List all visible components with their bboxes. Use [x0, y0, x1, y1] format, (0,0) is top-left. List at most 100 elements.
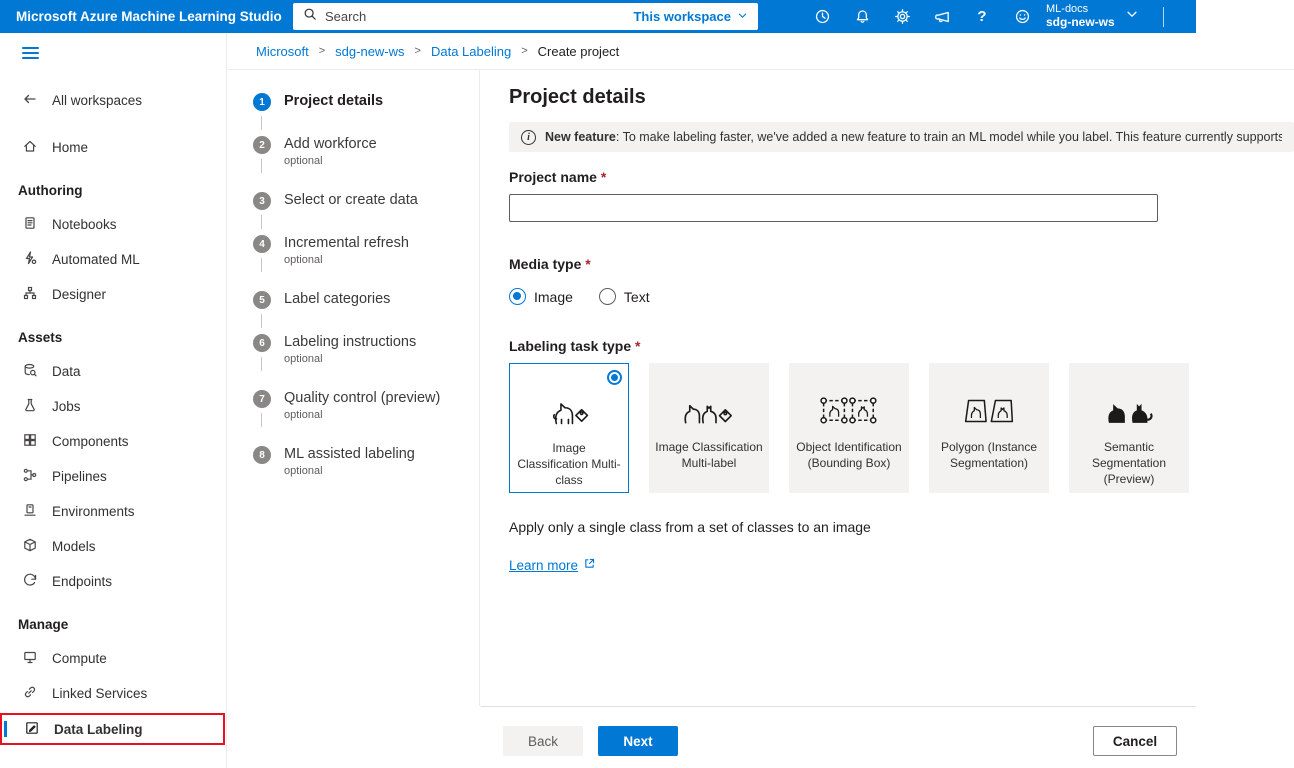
project-name-input[interactable]	[509, 194, 1158, 222]
wizard-step-incremental-refresh[interactable]: 4 Incremental refresh optional	[253, 234, 479, 290]
history-clock-icon[interactable]	[802, 0, 842, 33]
search-input[interactable]: Search	[325, 9, 625, 24]
wizard-step-quality-control[interactable]: 7 Quality control (preview) optional	[253, 389, 479, 445]
home-icon	[22, 138, 38, 157]
app-title: Microsoft Azure Machine Learning Studio	[0, 9, 282, 24]
new-feature-info-banner: i New feature: To make labeling faster, …	[509, 122, 1294, 152]
breadcrumb-separator: >	[319, 45, 325, 57]
back-button[interactable]: Back	[503, 726, 583, 756]
automated-ml-icon	[22, 250, 38, 269]
wizard-step-ml-assisted-labeling[interactable]: 8 ML assisted labeling optional	[253, 445, 479, 501]
sidebar-item-data-labeling[interactable]: Data Labeling	[0, 713, 225, 745]
sidebar-item-home[interactable]: Home	[0, 130, 226, 165]
card-image-classification-multilabel[interactable]: Image Classification Multi-label	[649, 363, 769, 493]
external-link-icon	[583, 557, 596, 573]
media-type-radio-group: Image Text	[509, 288, 1294, 305]
sidebar-item-automated-ml[interactable]: Automated ML	[0, 242, 226, 277]
components-icon	[22, 432, 38, 451]
sidebar-item-compute[interactable]: Compute	[0, 641, 226, 676]
notebook-icon	[22, 215, 38, 234]
pipelines-icon	[22, 467, 38, 486]
sidebar-item-designer[interactable]: Designer	[0, 277, 226, 312]
sidebar-section-assets: Assets	[0, 320, 226, 354]
cube-icon	[22, 537, 38, 556]
search-scope-dropdown[interactable]: This workspace	[633, 9, 748, 24]
wizard-step-labeling-instructions[interactable]: 6 Labeling instructions optional	[253, 333, 479, 389]
search-box[interactable]: Search This workspace	[293, 3, 758, 30]
media-type-image-radio[interactable]: Image	[509, 288, 573, 305]
monitor-icon	[22, 649, 38, 668]
breadcrumb-separator: >	[521, 45, 527, 57]
sidebar-item-jobs[interactable]: Jobs	[0, 389, 226, 424]
topbar-divider	[1163, 7, 1164, 27]
sidebar-item-notebooks[interactable]: Notebooks	[0, 207, 226, 242]
card-object-identification-bounding-box[interactable]: Object Identification (Bounding Box)	[789, 363, 909, 493]
smiley-feedback-icon[interactable]	[1002, 0, 1042, 33]
help-icon[interactable]: ?	[962, 0, 1002, 33]
breadcrumb-separator: >	[415, 45, 421, 57]
breadcrumb: Microsoft > sdg-new-ws > Data Labeling >…	[228, 33, 1294, 70]
all-workspaces-back-link[interactable]: All workspaces	[0, 83, 226, 118]
designer-icon	[22, 285, 38, 304]
settings-gear-icon[interactable]	[882, 0, 922, 33]
wizard-steps-panel: 1 Project details 2 Add workforce option…	[228, 70, 480, 706]
card-label: Object Identification (Bounding Box)	[789, 437, 909, 471]
cancel-button[interactable]: Cancel	[1093, 726, 1177, 756]
link-icon	[22, 684, 38, 703]
sidebar-item-data[interactable]: Data	[0, 354, 226, 389]
breadcrumb-link-workspace[interactable]: sdg-new-ws	[335, 44, 404, 59]
chevron-down-icon	[737, 9, 748, 24]
sidebar-item-endpoints[interactable]: Endpoints	[0, 564, 226, 599]
media-type-text-radio[interactable]: Text	[599, 288, 650, 305]
wizard-step-select-data[interactable]: 3 Select or create data	[253, 191, 479, 234]
environments-icon	[22, 502, 38, 521]
left-nav-sidebar: All workspaces Home Authoring Notebooks …	[0, 33, 227, 768]
radio-unselected-icon	[599, 288, 616, 305]
banner-bold-text: New feature	[545, 130, 616, 144]
chevron-down-icon	[1125, 7, 1139, 26]
two-animals-with-tag-icon	[681, 385, 737, 437]
info-icon: i	[521, 130, 536, 145]
project-name-label: Project name *	[509, 169, 1294, 185]
top-app-bar: Microsoft Azure Machine Learning Studio …	[0, 0, 1196, 33]
endpoints-icon	[22, 572, 38, 591]
page-title: Project details	[509, 86, 1294, 109]
sidebar-item-environments[interactable]: Environments	[0, 494, 226, 529]
card-label: Image Classification Multi-label	[649, 437, 769, 471]
breadcrumb-current-page: Create project	[538, 44, 620, 59]
wizard-step-label-categories[interactable]: 5 Label categories	[253, 290, 479, 333]
card-image-classification-multiclass[interactable]: Image Classification Multi-class	[509, 363, 629, 493]
feedback-megaphone-icon[interactable]	[922, 0, 962, 33]
sidebar-item-linked-services[interactable]: Linked Services	[0, 676, 226, 711]
wizard-step-project-details[interactable]: 1 Project details	[253, 92, 479, 135]
main-content: Project details i New feature: To make l…	[481, 70, 1294, 706]
sidebar-item-pipelines[interactable]: Pipelines	[0, 459, 226, 494]
data-labeling-edit-icon	[24, 720, 40, 739]
card-semantic-segmentation-preview[interactable]: Semantic Segmentation (Preview)	[1069, 363, 1189, 493]
notifications-bell-icon[interactable]	[842, 0, 882, 33]
flask-icon	[22, 397, 38, 416]
hamburger-menu-icon[interactable]	[0, 43, 226, 69]
bounding-boxes-icon	[819, 385, 879, 437]
wizard-step-add-workforce[interactable]: 2 Add workforce optional	[253, 135, 479, 191]
learn-more-link[interactable]: Learn more	[509, 557, 596, 573]
next-button[interactable]: Next	[598, 726, 678, 756]
card-polygon-instance-segmentation[interactable]: Polygon (Instance Segmentation)	[929, 363, 1049, 493]
workspace-name: sdg-new-ws	[1046, 16, 1115, 30]
polygon-segmentation-icon	[961, 385, 1017, 437]
footer-divider	[481, 706, 1196, 707]
radio-selected-icon	[509, 288, 526, 305]
sidebar-item-components[interactable]: Components	[0, 424, 226, 459]
task-type-description: Apply only a single class from a set of …	[509, 519, 1294, 535]
breadcrumb-link-data-labeling[interactable]: Data Labeling	[431, 44, 511, 59]
card-radio-selected-icon	[607, 370, 622, 385]
data-icon	[22, 362, 38, 381]
topbar-icon-row: ?	[802, 0, 1042, 33]
card-label: Image Classification Multi-class	[510, 438, 628, 489]
dog-with-tag-icon	[546, 386, 592, 438]
breadcrumb-link-microsoft[interactable]: Microsoft	[256, 44, 309, 59]
task-type-card-group: Image Classification Multi-class Image C…	[509, 363, 1294, 493]
workspace-selector[interactable]: ML-docs sdg-new-ws	[1046, 0, 1139, 33]
sidebar-item-models[interactable]: Models	[0, 529, 226, 564]
sidebar-section-manage: Manage	[0, 607, 226, 641]
